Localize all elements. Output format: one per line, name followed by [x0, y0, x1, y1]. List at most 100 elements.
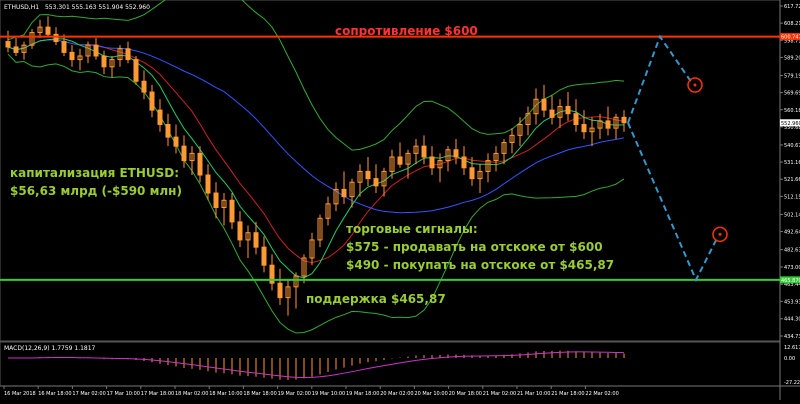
candle-body [277, 282, 283, 299]
time-tick-label: 20 Mar 02:00 [380, 391, 413, 397]
time-tick-label: 18 Mar 02:00 [175, 391, 208, 397]
candle-body [5, 41, 11, 48]
candle-body [229, 199, 235, 223]
price-tick-label: 560.185 [784, 108, 800, 114]
cap-title-annotation: капитализация ETHUSD: [10, 166, 180, 180]
candle-body [253, 232, 259, 248]
chart-canvas[interactable]: ETHUSD,H1 553.301 555.163 551.904 552.96… [0, 0, 800, 400]
candle-body [157, 109, 163, 126]
candle-body [421, 145, 427, 158]
candle-body [101, 55, 107, 68]
candle-body [165, 124, 171, 138]
price-tick-label: 444.305 [784, 317, 800, 323]
time-tick-label: 18 Mar 10:00 [209, 391, 242, 397]
support-price-label: 465.870 [781, 278, 800, 284]
ma-red [7, 39, 625, 264]
time-tick-label: 18 Mar 18:00 [243, 391, 276, 397]
price-tick-label: 540.670 [784, 143, 800, 149]
ohlc-values: 553.301 555.163 551.904 552.960 [45, 4, 150, 11]
price-tick-label: 521.660 [784, 177, 800, 183]
time-tick-label: 16 Mar 2018 [4, 391, 36, 397]
projection-path [627, 34, 728, 283]
candle-body [69, 51, 75, 61]
macd-tick-label: 0.00 [784, 356, 795, 362]
candle-body [549, 109, 555, 118]
price-tick-label: 589.205 [784, 55, 800, 61]
price-tick-label: 453.935 [784, 299, 800, 305]
chart-header: ETHUSD,H1 553.301 555.163 551.904 552.96… [4, 4, 150, 11]
candle-body [429, 156, 435, 169]
price-tick-label: 512.155 [784, 194, 800, 200]
candle-body [261, 246, 267, 266]
macd-signal-line [7, 351, 625, 379]
candle-body [365, 170, 371, 180]
candle-body [133, 59, 139, 82]
candle-body [45, 26, 51, 35]
time-tick-label: 19 Mar 10:00 [312, 391, 345, 397]
time-tick-label: 17 Mar 10:00 [107, 391, 140, 397]
candle-body [13, 46, 19, 53]
candle-body [213, 192, 219, 208]
resistance-annotation: сопротивление $600 [335, 24, 478, 38]
sell-signal-annotation: $575 - продавать на отскоке от $600 [346, 240, 603, 254]
time-tick-label: 20 Mar 18:00 [449, 391, 482, 397]
candle-body [341, 188, 347, 198]
price-axis: 617.720608.215598.710589.205579.195569.6… [780, 4, 800, 340]
price-tick-label: 434.730 [784, 334, 800, 340]
macd-tick-label: -27.2237 [784, 380, 800, 386]
candle-body [621, 116, 627, 124]
candle-body [53, 33, 59, 43]
resistance-price-label: 600.747 [781, 35, 800, 41]
candle-body [61, 41, 67, 53]
candle-body [237, 221, 243, 241]
candle-body [565, 105, 571, 115]
price-tick-label: 531.165 [784, 160, 800, 166]
cap-value-annotation: $56,63 млрд (-$590 млн) [10, 184, 182, 198]
price-tick-label: 482.635 [784, 248, 800, 254]
buy-signal-annotation: $490 - покупать на отскоке от $465,87 [346, 258, 615, 272]
price-tick-label: 608.215 [784, 21, 800, 27]
time-tick-label: 17 Mar 02:00 [72, 391, 105, 397]
price-tick-label: 473.000 [784, 265, 800, 271]
candle-body [541, 98, 547, 111]
candle-body [141, 80, 147, 93]
price-tick-label: 617.720 [784, 4, 800, 10]
candle-body [373, 178, 379, 187]
projection-up-path [627, 34, 693, 124]
macd-axis: 12.6176 0.00 -27.2237 [784, 345, 800, 386]
macd-histogram [7, 350, 625, 380]
support-annotation: поддержка $465,87 [306, 292, 446, 306]
time-tick-label: 21 Mar 02:00 [483, 391, 516, 397]
macd-panel-frame [0, 341, 781, 387]
time-tick-label: 19 Mar 02:00 [278, 391, 311, 397]
time-tick-label: 22 Mar 02:00 [585, 391, 618, 397]
candle-body [173, 136, 179, 147]
candle-body [461, 156, 467, 169]
candle-body [397, 156, 403, 165]
current-price-label: 552.960 [781, 121, 800, 127]
candle-body [605, 120, 611, 129]
candle-body [581, 124, 587, 133]
candle-body [453, 149, 459, 158]
candle-body [573, 113, 579, 126]
projection-down-path [627, 122, 719, 283]
macd-label: MACD(12,26,9) 1.7759 1.1817 [4, 345, 96, 352]
candle-body [197, 152, 203, 176]
signals-title-annotation: торговые сигналы: [346, 222, 478, 236]
macd-tick-label: 12.6176 [784, 345, 800, 351]
price-tick-label: 502.145 [784, 212, 800, 218]
candle-body [469, 167, 475, 180]
trading-chart-window[interactable]: ETHUSD,H1 553.301 555.163 551.904 552.96… [0, 0, 800, 400]
time-tick-label: 21 Mar 18:00 [551, 391, 584, 397]
time-tick-label: 21 Mar 10:00 [517, 391, 550, 397]
candle-body [149, 91, 155, 111]
time-tick-label: 16 Mar 18:00 [38, 391, 71, 397]
price-tick-label: 492.640 [784, 230, 800, 236]
candle-body [125, 48, 131, 61]
candle-body [93, 44, 99, 57]
time-tick-label: 17 Mar 18:00 [141, 391, 174, 397]
time-axis: 16 Mar 2018 16 Mar 18:00 17 Mar 02:00 17 Ma… [3, 386, 619, 397]
candle-body [181, 145, 187, 162]
price-tick-label: 579.195 [784, 73, 800, 79]
symbol-label: ETHUSD,H1 [4, 4, 39, 11]
